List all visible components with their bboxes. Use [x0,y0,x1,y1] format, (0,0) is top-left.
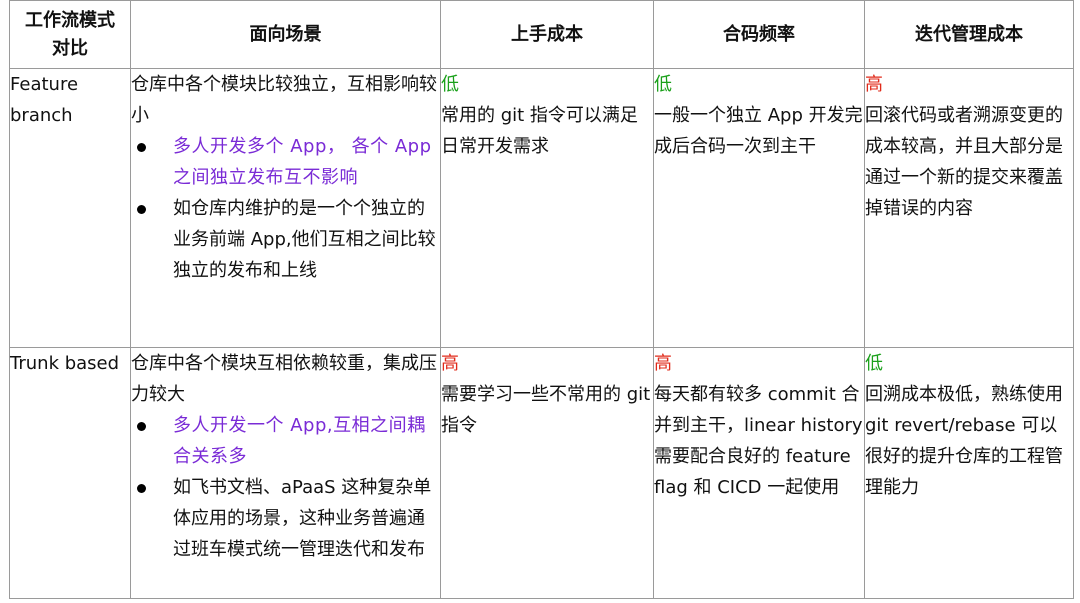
merge-frequency-cell: 高 每天都有较多 commit 合并到主干，linear history 需要配… [653,347,865,599]
level-description: 回滚代码或者溯源变更的成本较高，并且大部分是通过一个新的提交来覆盖掉错误的内容 [865,105,1063,219]
onboarding-cost-cell: 高 需要学习一些不常用的 git 指令 [440,347,654,599]
bullet-dot [137,422,146,431]
level-badge: 低 [865,353,883,374]
merge-frequency-cell: 低 一般一个独立 App 开发完成后合码一次到主干 [653,68,865,348]
bullet-text: 多人开发一个 App,互相之间耦合关系多 [173,415,426,467]
header-scenario: 面向场景 [130,0,441,69]
bullet-dot [137,143,146,152]
level-badge: 低 [654,74,672,95]
header-workflow-mode: 工作流模式对比 [9,0,131,69]
list-item: 如飞书文档、aPaaS 这种复杂单体应用的场景，这种业务普遍通过班车模式统一管理… [131,472,440,565]
list-item: 多人开发多个 App， 各个 App 之间独立发布互不影响 [131,131,440,193]
bullet-text: 如仓库内维护的是一个个独立的业务前端 App,他们互相之间比较独立的发布和上线 [173,198,436,281]
scenario-intro: 仓库中各个模块比较独立，互相影响较小 [131,74,437,126]
scenario-bullet-list: 多人开发一个 App,互相之间耦合关系多 如飞书文档、aPaaS 这种复杂单体应… [131,410,440,565]
scenario-bullet-list: 多人开发多个 App， 各个 App 之间独立发布互不影响 如仓库内维护的是一个… [131,131,440,286]
bullet-dot [137,205,146,214]
level-badge: 高 [654,353,672,374]
level-badge: 高 [441,353,459,374]
table-row: Trunk based 仓库中各个模块互相依赖较重，集成压力较大 多人开发一个 … [9,347,1074,599]
header-merge-frequency: 合码频率 [653,0,865,69]
bullet-text: 如飞书文档、aPaaS 这种复杂单体应用的场景，这种业务普遍通过班车模式统一管理… [173,477,432,560]
list-item: 如仓库内维护的是一个个独立的业务前端 App,他们互相之间比较独立的发布和上线 [131,193,440,286]
level-description: 一般一个独立 App 开发完成后合码一次到主干 [654,105,863,157]
bullet-text: 多人开发多个 App， 各个 App 之间独立发布互不影响 [173,136,432,188]
bullet-dot [137,484,146,493]
level-badge: 低 [441,74,459,95]
level-description: 需要学习一些不常用的 git 指令 [441,384,651,436]
header-onboarding-cost: 上手成本 [440,0,654,69]
scenario-cell: 仓库中各个模块互相依赖较重，集成压力较大 多人开发一个 App,互相之间耦合关系… [130,347,441,599]
table-row: Feature branch 仓库中各个模块比较独立，互相影响较小 多人开发多个… [9,68,1074,348]
scenario-intro: 仓库中各个模块互相依赖较重，集成压力较大 [131,353,437,405]
iteration-cost-cell: 低 回溯成本极低，熟练使用 git revert/rebase 可以很好的提升仓… [864,347,1074,599]
header-row: 工作流模式对比 面向场景 上手成本 合码频率 迭代管理成本 [9,0,1074,69]
level-badge: 高 [865,74,883,95]
onboarding-cost-cell: 低 常用的 git 指令可以满足日常开发需求 [440,68,654,348]
level-description: 回溯成本极低，熟练使用 git revert/rebase 可以很好的提升仓库的… [865,384,1063,498]
header-iteration-cost: 迭代管理成本 [864,0,1074,69]
row-name: Trunk based [9,347,131,599]
level-description: 常用的 git 指令可以满足日常开发需求 [441,105,638,157]
level-description: 每天都有较多 commit 合并到主干，linear history 需要配合良… [654,384,863,498]
list-item: 多人开发一个 App,互相之间耦合关系多 [131,410,440,472]
iteration-cost-cell: 高 回滚代码或者溯源变更的成本较高，并且大部分是通过一个新的提交来覆盖掉错误的内… [864,68,1074,348]
workflow-comparison-table: 工作流模式对比 面向场景 上手成本 合码频率 迭代管理成本 Feature br… [9,0,1074,599]
row-name: Feature branch [9,68,131,348]
scenario-cell: 仓库中各个模块比较独立，互相影响较小 多人开发多个 App， 各个 App 之间… [130,68,441,348]
